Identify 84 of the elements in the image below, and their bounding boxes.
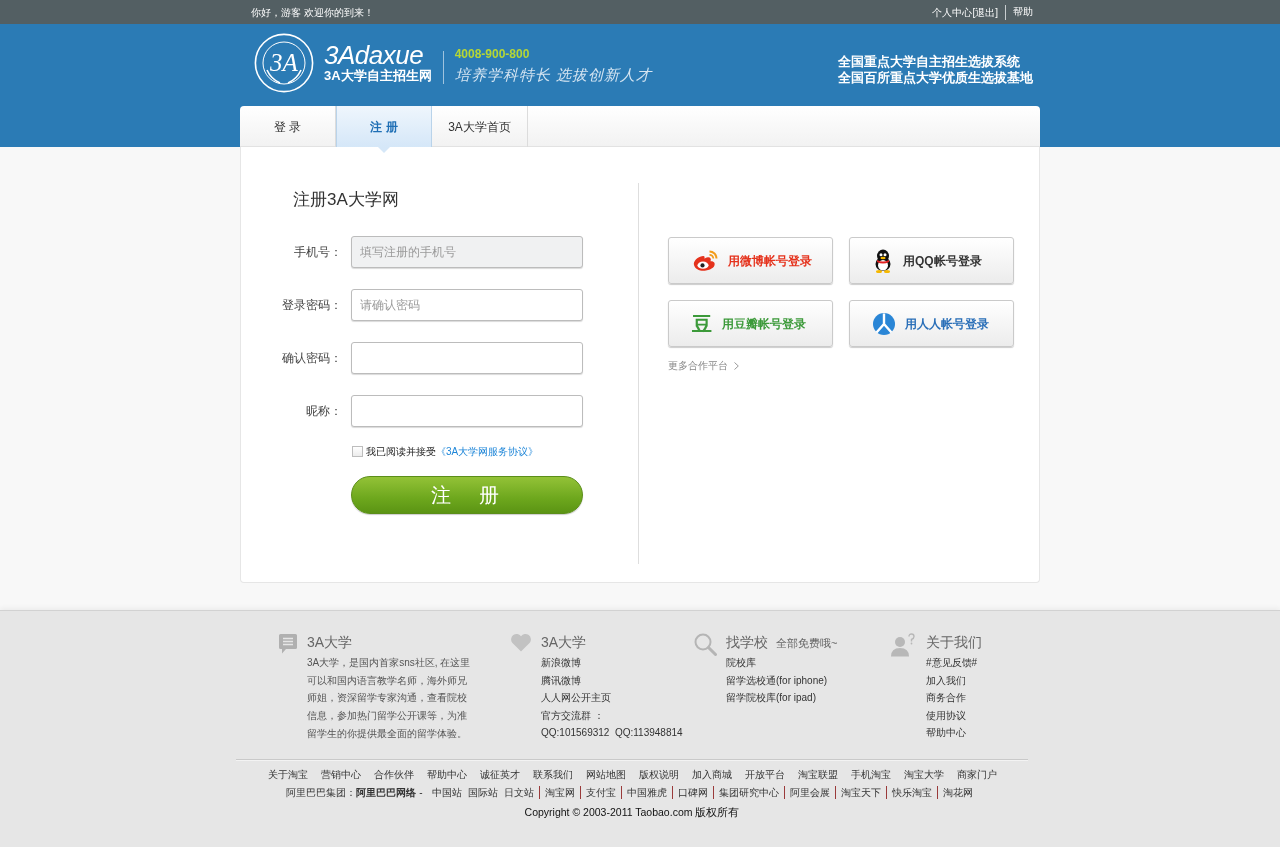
footer-link[interactable]: 联系我们 bbox=[532, 765, 573, 785]
footer-link[interactable]: #意见反馈# bbox=[926, 654, 982, 672]
glyph-icon: 豆 bbox=[692, 313, 712, 334]
site-link[interactable]: 淘宝网 bbox=[544, 786, 575, 799]
footer-link[interactable]: 淘宝大学 bbox=[903, 765, 944, 785]
search-icon bbox=[694, 633, 717, 656]
footer-link[interactable]: 营销中心 bbox=[320, 765, 361, 785]
footer-description: 3A大学，是国内首家sns社区, 在这里可以和国内语言教学名师，海外师兄师姐，资深留学专家沟通，查看院校信息，参加热门留学公开课等，为准留学生的你提供最全面的留学体验。 bbox=[307, 656, 472, 741]
footer-link[interactable]: 版权说明 bbox=[638, 765, 679, 785]
input-field[interactable] bbox=[351, 395, 583, 427]
footer-link[interactable]: 新浪微博 bbox=[541, 654, 683, 672]
social-login-button[interactable]: 用人人帐号登录 bbox=[849, 300, 1014, 347]
footer-heading: 找学校 bbox=[726, 633, 768, 651]
footer-link[interactable]: 手机淘宝 bbox=[850, 765, 891, 785]
copyright-text: Copyright © 2003-2011 Taobao.com 版权所有 bbox=[524, 805, 740, 819]
footer-link[interactable]: 官方交流群 ： bbox=[541, 706, 683, 724]
phone-number: 4008-900-800 bbox=[454, 47, 531, 61]
footer-subheading: 全部免费哦~ bbox=[776, 636, 838, 651]
footer-link[interactable]: 腾讯微博 bbox=[541, 671, 683, 689]
split-circle-icon bbox=[873, 312, 895, 335]
agreement-text: 我已阅读并接受《3A大学网服务协议》 bbox=[366, 445, 539, 458]
footer-link[interactable]: 帮助中心 bbox=[426, 765, 467, 785]
input-field[interactable]: 请确认密码 bbox=[351, 289, 583, 321]
field-label: 昵称： bbox=[305, 403, 342, 420]
eye-waves-icon bbox=[692, 249, 718, 272]
field-label: 手机号： bbox=[293, 244, 342, 261]
footer-link[interactable]: 诚征英才 bbox=[479, 765, 520, 785]
footer-link[interactable]: 网站地图 bbox=[585, 765, 626, 785]
field-label: 登录密码： bbox=[281, 297, 342, 314]
social-login-button[interactable]: 用QQ帐号登录 bbox=[849, 237, 1014, 284]
footer-link[interactable]: 关于淘宝 bbox=[267, 765, 308, 785]
topbar-link[interactable]: [退出] bbox=[972, 4, 998, 20]
field-label: 确认密码： bbox=[281, 350, 342, 367]
topbar-link[interactable]: 帮助 bbox=[1013, 7, 1033, 17]
footer-link[interactable]: 使用协议 bbox=[926, 706, 982, 724]
social-login-button[interactable]: 用微博帐号登录 bbox=[668, 237, 833, 284]
tagline-text: 全国重点大学自主招生选拔系统 bbox=[838, 54, 1021, 70]
footer-heading: 关于我们 bbox=[926, 633, 982, 651]
heart-icon bbox=[510, 633, 532, 652]
input-field[interactable]: 填写注册的手机号 bbox=[351, 236, 583, 268]
site-link[interactable]: 中国雅虎 bbox=[626, 786, 667, 799]
tagline-text: 全国百所重点大学优质生选拔基地 bbox=[838, 70, 1033, 86]
penguin-icon bbox=[873, 248, 893, 273]
footer-link[interactable]: 合作伙伴 bbox=[373, 765, 414, 785]
site-name: 3A大学自主招生网 bbox=[324, 67, 432, 84]
footer-link[interactable]: 淘宝联盟 bbox=[797, 765, 838, 785]
footer-link[interactable]: 商家门户 bbox=[956, 765, 997, 785]
site-link[interactable]: 日文站 bbox=[503, 786, 534, 799]
comment-icon bbox=[278, 633, 298, 655]
topbar-link[interactable]: 个人中心 bbox=[932, 4, 973, 20]
slogan-text: 培养学科特长 选拔创新人才 bbox=[454, 65, 653, 85]
emblem-logo: 3A bbox=[254, 33, 314, 93]
site-link[interactable]: 中国站 bbox=[431, 786, 462, 799]
more-platforms-link[interactable]: 更多合作平台 bbox=[668, 358, 739, 373]
footer-link[interactable]: QQ:101569312 QQ:113948814 bbox=[541, 724, 683, 742]
chevron-right-icon bbox=[734, 361, 739, 370]
site-link[interactable]: 国际站 bbox=[467, 786, 498, 799]
footer-link[interactable]: 开放平台 bbox=[744, 765, 785, 785]
user-help-icon bbox=[890, 633, 917, 657]
site-link[interactable]: 淘宝天下 bbox=[840, 786, 881, 799]
agreement-link[interactable]: 《3A大学网服务协议》 bbox=[436, 446, 539, 457]
footer-link[interactable]: 帮助中心 bbox=[926, 724, 982, 742]
footer-link[interactable]: 人人网公开主页 bbox=[541, 689, 683, 707]
footer-link[interactable]: 商务合作 bbox=[926, 689, 982, 707]
input-field[interactable] bbox=[351, 342, 583, 374]
footer-link[interactable]: 留学院校库(for ipad) bbox=[726, 689, 838, 707]
footer-link[interactable]: 加入商城 bbox=[691, 765, 732, 785]
site-link[interactable]: 淘花网 bbox=[942, 786, 973, 799]
site-link[interactable]: 口碑网 bbox=[677, 786, 708, 799]
footer-link[interactable]: 院校库 bbox=[726, 654, 838, 672]
agreement-checkbox[interactable] bbox=[352, 446, 363, 457]
site-link[interactable]: 支付宝 bbox=[585, 786, 616, 799]
site-link[interactable]: 集团研究中心 bbox=[718, 786, 779, 799]
site-link[interactable]: 阿里会展 bbox=[789, 786, 830, 799]
site-link[interactable]: 快乐淘宝 bbox=[891, 786, 932, 799]
form-title: 注册3A大学网 bbox=[293, 189, 399, 211]
footer-heading: 3A大学 bbox=[541, 633, 587, 651]
greeting-text: 你好，游客 欢迎你的到来！ bbox=[251, 5, 374, 20]
footer-link[interactable]: 留学选校通(for iphone) bbox=[726, 671, 838, 689]
footer-heading: 3A大学 bbox=[307, 633, 353, 651]
group-label: 阿里巴巴集团：阿里巴巴网络 - bbox=[286, 786, 423, 799]
footer-link[interactable]: 加入我们 bbox=[926, 671, 982, 689]
tab-pointer-icon bbox=[378, 147, 390, 153]
logo-wordmark: 3Adaxue bbox=[324, 42, 424, 68]
